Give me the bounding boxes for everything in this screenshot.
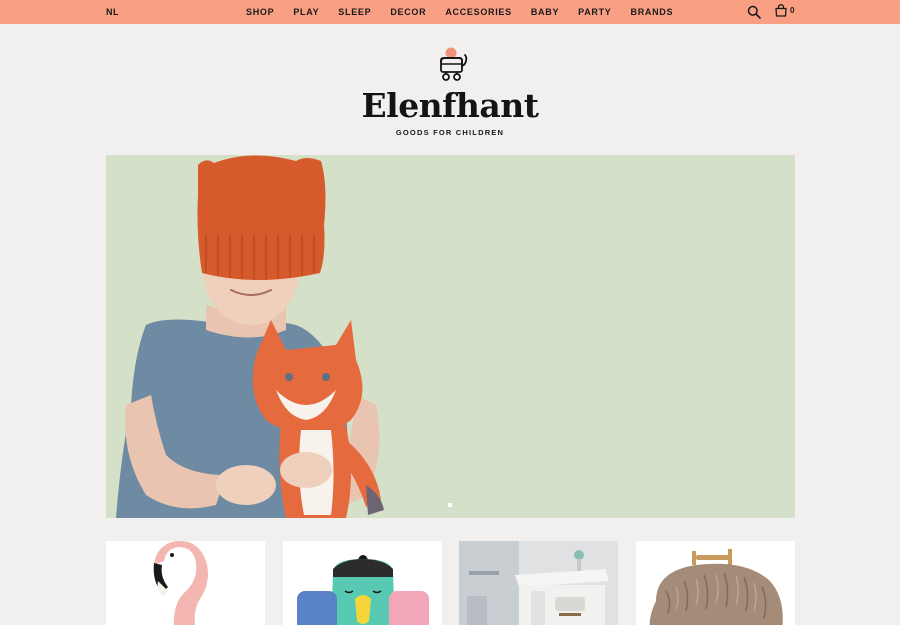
furry-ride-on-image	[649, 549, 783, 625]
flamingo-plush-image	[153, 541, 208, 625]
nav-item-baby[interactable]: BABY	[531, 7, 559, 17]
product-card[interactable]	[283, 541, 442, 625]
logo-wordmark[interactable]: Elenfhant	[330, 86, 570, 125]
product-card[interactable]	[459, 541, 618, 625]
product-card[interactable]	[636, 541, 795, 625]
nav-item-play[interactable]: PLAY	[293, 7, 319, 17]
elephant-icon[interactable]	[435, 46, 471, 84]
hero-banner[interactable]	[106, 155, 795, 518]
nav-item-sleep[interactable]: SLEEP	[338, 7, 371, 17]
shopping-bag-icon	[775, 4, 787, 17]
toy-espresso-machine-image	[459, 541, 618, 625]
nav-item-accesories[interactable]: ACCESORIES	[445, 7, 512, 17]
language-switch[interactable]: NL	[106, 7, 119, 17]
cart-button[interactable]: 0	[775, 4, 794, 17]
nav-item-brands[interactable]: BRANDS	[631, 7, 674, 17]
nav-item-party[interactable]: PARTY	[578, 7, 611, 17]
nav-item-shop[interactable]: SHOP	[246, 7, 274, 17]
cart-count: 0	[790, 6, 795, 15]
logo-tagline: GOODS FOR CHILDREN	[395, 128, 505, 137]
product-card[interactable]	[106, 541, 265, 625]
main-menu: SHOP PLAY SLEEP DECOR ACCESORIES BABY PA…	[246, 7, 673, 17]
hero-image	[116, 155, 384, 518]
elephant-plush-image	[297, 555, 429, 625]
top-navigation-bar: NL SHOP PLAY SLEEP DECOR ACCESORIES BABY…	[0, 0, 900, 24]
nav-item-decor[interactable]: DECOR	[390, 7, 426, 17]
search-icon[interactable]	[747, 5, 761, 19]
slide-indicator-dot[interactable]	[448, 503, 452, 507]
